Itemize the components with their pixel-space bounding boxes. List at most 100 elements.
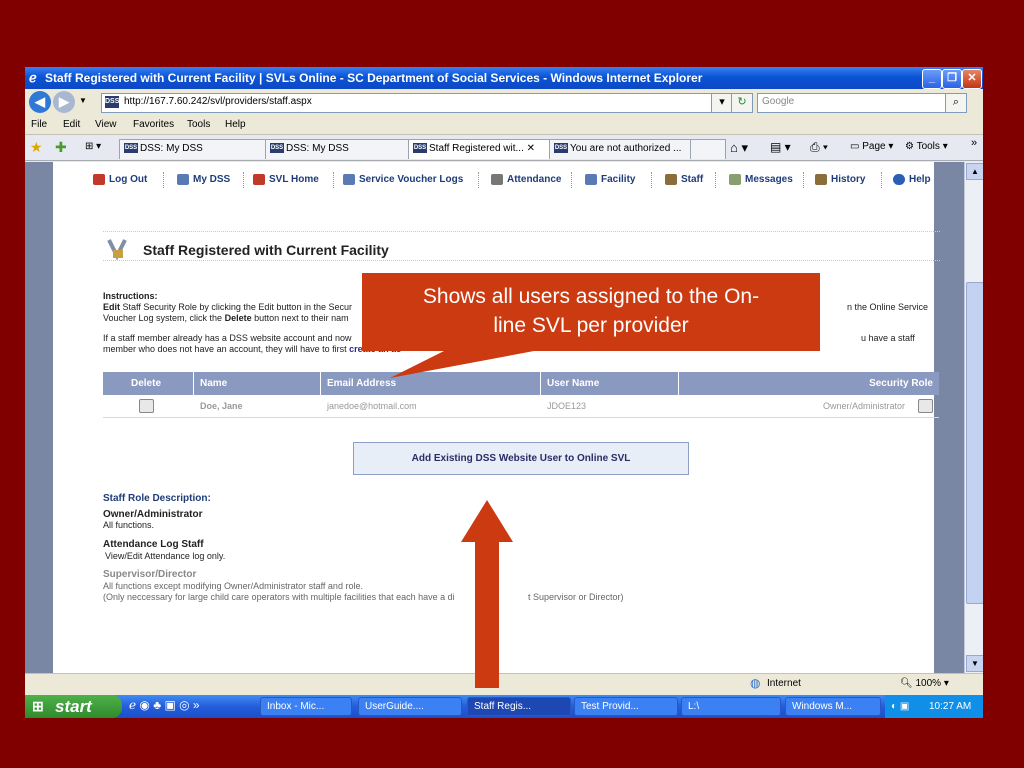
page-header: Staff Registered with Current Facility (103, 231, 940, 261)
role-attendance-desc: View/Edit Attendance log only. (105, 551, 226, 561)
title-bar: ℯ Staff Registered with Current Facility… (25, 67, 983, 89)
task-test-provider[interactable]: Test Provid... (574, 697, 678, 716)
instructions-line-1-end: n the Online Service (847, 302, 929, 312)
tab-bar: ★ ✚ ⊞ ▾ DSS DSS: My DSS DSS DSS: My DSS DS… (25, 135, 983, 161)
search-input[interactable]: Google (757, 93, 946, 113)
callout-line-1: Shows all users assigned to the On- (422, 285, 760, 308)
col-security-role: Security Role (869, 378, 933, 389)
col-delete: Delete (131, 378, 162, 389)
globe-icon: ◍ (750, 676, 761, 690)
site-favicon: DSS (105, 96, 119, 108)
task-staff-registered[interactable]: Staff Regis... (467, 697, 571, 716)
add-favorite-icon[interactable]: ✚ (55, 139, 67, 156)
tray-icons[interactable]: ◐ ▣ (891, 695, 909, 718)
tab-not-authorized[interactable]: DSS You are not authorized ... (549, 139, 697, 159)
callout-line-2: line SVL per provider (493, 314, 689, 337)
role-supervisor-desc-2: (Only neccessary for large child care op… (103, 592, 455, 602)
calendar-icon (491, 174, 503, 185)
log-out-icon (93, 174, 105, 185)
tools-menu[interactable]: ⚙ Tools ▾ (905, 141, 948, 152)
menu-file[interactable]: File (31, 119, 47, 130)
nav-service-voucher-logs[interactable]: Service Voucher Logs (343, 174, 463, 185)
maximize-button[interactable]: ❐ (942, 69, 962, 89)
nav-help[interactable]: Help (893, 174, 931, 185)
role-owner-desc: All functions. (103, 520, 155, 530)
security-zone: Internet (767, 678, 801, 689)
page-title: Staff Registered with Current Facility (143, 242, 389, 258)
envelope-icon (729, 174, 741, 185)
quick-launch-icons[interactable]: ℯ ◉ ♣ ▣ ◎ » (129, 698, 200, 712)
refresh-icon[interactable]: ↻ (731, 93, 753, 113)
tab-my-dss-2[interactable]: DSS DSS: My DSS (265, 139, 413, 159)
nav-my-dss[interactable]: My DSS (177, 174, 230, 185)
task-userguide[interactable]: UserGuide.... (358, 697, 462, 716)
address-url: http://167.7.60.242/svl/providers/staff.… (124, 96, 312, 107)
vertical-scrollbar[interactable]: ▲ ▼ (964, 162, 983, 673)
start-button[interactable]: ⊞ start (25, 695, 122, 718)
page-icon: ▭ (850, 141, 863, 152)
delete-button-icon[interactable] (139, 399, 154, 413)
tab-staff-registered[interactable]: DSS Staff Registered wit... ✕ (408, 139, 556, 159)
staff-tools-icon (107, 239, 127, 260)
task-windows-media[interactable]: Windows M... (785, 697, 881, 716)
task-inbox[interactable]: Inbox - Mic... (260, 697, 352, 716)
favorites-star-icon[interactable]: ★ (30, 139, 43, 156)
nav-log-out[interactable]: Log Out (93, 174, 147, 185)
nav-svl-home[interactable]: SVL Home (253, 174, 319, 185)
address-dropdown-icon[interactable]: ▾ (711, 93, 733, 113)
nav-facility[interactable]: Facility (585, 174, 635, 185)
menu-favorites[interactable]: Favorites (133, 119, 174, 130)
menu-help[interactable]: Help (225, 119, 246, 130)
scroll-down-icon[interactable]: ▼ (966, 655, 983, 672)
close-button[interactable]: ✕ (962, 69, 982, 89)
ie-logo-icon: ℯ (29, 70, 37, 85)
home-icon[interactable]: ⌂ ▾ (730, 140, 748, 156)
instructions-line-1: Edit Staff Security Role by clicking the… (103, 302, 352, 312)
forward-arrow-icon[interactable]: ▶ (53, 91, 75, 113)
nav-messages[interactable]: Messages (729, 174, 793, 185)
menu-tools[interactable]: Tools (187, 119, 210, 130)
address-input[interactable]: DSS http://167.7.60.242/svl/providers/st… (101, 93, 713, 113)
menu-view[interactable]: View (95, 119, 117, 130)
edit-role-button-icon[interactable] (918, 399, 933, 413)
role-owner-title: Owner/Administrator (103, 509, 203, 520)
instructions-line-3: If a staff member already has a DSS webs… (103, 333, 352, 343)
nav-attendance[interactable]: Attendance (491, 174, 561, 185)
feeds-icon[interactable]: ▤ ▾ (770, 140, 791, 154)
history-dropdown-icon[interactable]: ▼ (79, 96, 87, 105)
search-icon[interactable]: ⌕ (945, 93, 967, 113)
staff-icon (665, 174, 677, 185)
menu-edit[interactable]: Edit (63, 119, 80, 130)
taskbar: ⊞ start ℯ ◉ ♣ ▣ ◎ » Inbox - Mic... UserGu… (25, 695, 983, 718)
home-icon (253, 174, 265, 185)
print-icon[interactable]: ⎙ ▾ (810, 140, 828, 155)
callout-pointer (390, 348, 550, 378)
instructions-line-4: member who does not have an account, the… (103, 344, 401, 354)
page-menu[interactable]: ▭ Page ▾ (850, 141, 893, 152)
col-name: Name (200, 378, 228, 389)
system-tray: ◐ ▣ 10:27 AM (885, 695, 983, 718)
windows-logo-icon: ⊞ (32, 698, 44, 714)
quick-tabs-icon[interactable]: ⊞ ▾ (85, 141, 101, 152)
nav-history[interactable]: History (815, 174, 865, 185)
nav-staff[interactable]: Staff (665, 174, 703, 185)
zoom-level[interactable]: 🔍︎ 100% ▾ (900, 678, 949, 689)
col-email: Email Address (327, 378, 397, 389)
back-arrow-icon[interactable]: ◀ (29, 91, 51, 113)
tab-my-dss-1[interactable]: DSS DSS: My DSS (119, 139, 275, 159)
task-drive-l[interactable]: L:\ (681, 697, 781, 716)
instructions-line-3-end: u have a staff (861, 333, 915, 343)
instructions-line-2: Voucher Log system, click the Delete but… (103, 313, 349, 323)
cell-username: JDOE123 (547, 401, 587, 411)
minimize-button[interactable]: _ (922, 69, 942, 89)
scroll-up-icon[interactable]: ▲ (966, 163, 983, 180)
roles-heading: Staff Role Description: (103, 493, 211, 504)
scroll-thumb[interactable] (966, 282, 983, 604)
new-tab[interactable] (690, 139, 726, 159)
add-existing-user-button[interactable]: Add Existing DSS Website User to Online … (353, 442, 689, 475)
cell-security-role: Owner/Administrator (822, 401, 905, 411)
gear-icon: ⚙ (905, 141, 917, 152)
chevron-more-icon[interactable]: » (971, 137, 977, 149)
history-icon (815, 174, 827, 185)
cell-email: janedoe@hotmail.com (327, 401, 417, 411)
